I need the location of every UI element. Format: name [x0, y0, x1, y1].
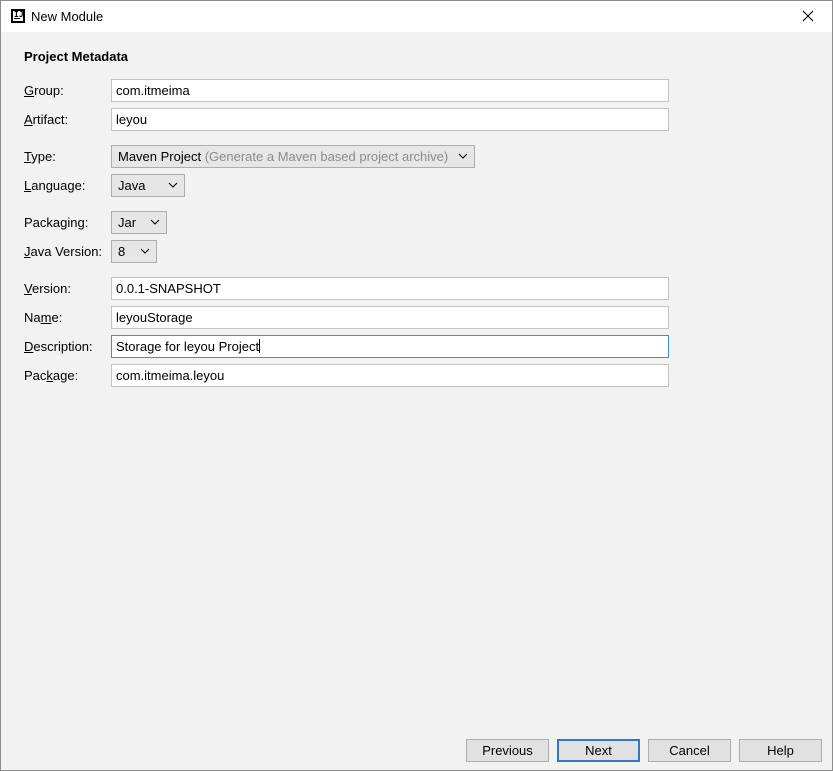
close-icon	[802, 10, 814, 22]
chevron-down-icon	[458, 153, 468, 159]
language-label: Language:	[24, 178, 86, 193]
package-field[interactable]: com.itmeima.leyou	[111, 364, 669, 387]
text-caret	[259, 339, 261, 353]
group-field[interactable]: com.itmeima	[111, 79, 669, 102]
version-field[interactable]: 0.0.1-SNAPSHOT	[111, 277, 669, 300]
packaging-label: Packaging:	[24, 215, 89, 230]
chevron-down-icon	[150, 219, 160, 225]
type-dropdown-value: Maven Project	[118, 149, 202, 164]
window-title: New Module	[31, 9, 104, 24]
description-field-value: Storage for leyou Project	[116, 339, 260, 354]
java-version-dropdown-value: 8	[118, 244, 126, 259]
artifact-field-value: leyou	[116, 112, 148, 127]
new-module-dialog: IJ New Module Project Metadata Group: co…	[0, 0, 833, 771]
description-label: Description:	[24, 339, 93, 354]
intellij-app-icon: IJ	[11, 9, 25, 23]
packaging-dropdown-value: Jar	[118, 215, 137, 230]
title-bar: IJ New Module	[1, 1, 832, 32]
group-label: Group:	[24, 83, 64, 98]
name-field-value: leyouStorage	[116, 310, 193, 325]
cancel-button[interactable]: Cancel	[648, 739, 731, 762]
name-label: Name:	[24, 310, 63, 325]
java-version-dropdown[interactable]: 8	[111, 240, 157, 263]
name-field[interactable]: leyouStorage	[111, 306, 669, 329]
java-version-label: Java Version:	[24, 244, 103, 259]
type-dropdown[interactable]: Maven Project (Generate a Maven based pr…	[111, 145, 475, 168]
package-field-value: com.itmeima.leyou	[116, 368, 225, 383]
type-dropdown-hint: (Generate a Maven based project archive)	[204, 149, 449, 164]
previous-button[interactable]: Previous	[466, 739, 549, 762]
chevron-down-icon	[168, 182, 178, 188]
language-dropdown[interactable]: Java	[111, 174, 185, 197]
version-label: Version:	[24, 281, 71, 296]
artifact-label: Artifact:	[24, 112, 69, 127]
language-dropdown-value: Java	[118, 178, 146, 193]
description-field[interactable]: Storage for leyou Project	[111, 335, 669, 358]
packaging-dropdown[interactable]: Jar	[111, 211, 167, 234]
close-button[interactable]	[786, 1, 832, 32]
chevron-down-icon	[140, 248, 150, 254]
package-label: Package:	[24, 368, 79, 383]
type-label: Type:	[24, 149, 56, 164]
artifact-field[interactable]: leyou	[111, 108, 669, 131]
section-title: Project Metadata	[24, 49, 129, 64]
version-field-value: 0.0.1-SNAPSHOT	[116, 281, 221, 296]
group-field-value: com.itmeima	[116, 83, 190, 98]
help-button[interactable]: Help	[739, 739, 822, 762]
next-button[interactable]: Next	[557, 739, 640, 762]
